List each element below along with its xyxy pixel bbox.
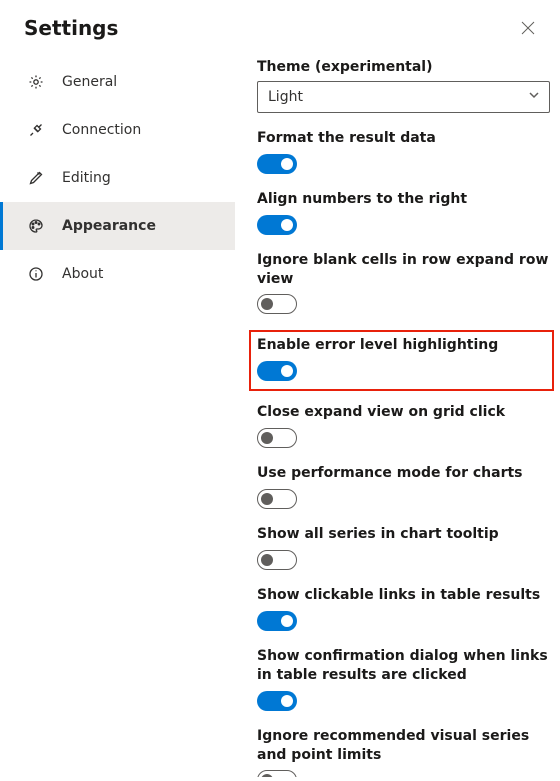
toggle-switch[interactable] <box>257 361 297 381</box>
toggle-knob <box>261 432 273 444</box>
sidebar-item-connection[interactable]: Connection <box>0 106 235 154</box>
toggle-row: Show confirmation dialog when links in t… <box>257 647 550 711</box>
toggle-label: Show clickable links in table results <box>257 586 550 605</box>
toggle-label: Show confirmation dialog when links in t… <box>257 647 550 685</box>
sidebar-item-label: Editing <box>62 170 111 186</box>
toggle-switch[interactable] <box>257 154 297 174</box>
toggle-label: Enable error level highlighting <box>257 336 546 355</box>
toggle-knob <box>281 695 293 707</box>
toggle-switch[interactable] <box>257 489 297 509</box>
palette-icon <box>28 218 44 234</box>
toggle-row: Ignore blank cells in row expand row vie… <box>257 251 550 315</box>
gear-icon <box>28 74 44 90</box>
toggle-label: Align numbers to the right <box>257 190 550 209</box>
toggle-row: Show all series in chart tooltip <box>257 525 550 570</box>
sidebar-item-label: Appearance <box>62 218 156 234</box>
toggle-row: Enable error level highlighting <box>249 330 554 391</box>
toggle-label: Format the result data <box>257 129 550 148</box>
settings-content: Theme (experimental) Light Format the re… <box>235 50 560 777</box>
toggle-switch[interactable] <box>257 550 297 570</box>
sidebar-item-about[interactable]: About <box>0 250 235 298</box>
theme-select-wrap: Light <box>257 81 550 113</box>
theme-selected-value: Light <box>268 89 303 105</box>
toggle-row: Show clickable links in table results <box>257 586 550 631</box>
close-icon[interactable] <box>520 20 536 36</box>
theme-select[interactable]: Light <box>257 81 550 113</box>
toggle-knob <box>261 774 273 777</box>
toggle-knob <box>281 219 293 231</box>
toggle-row: Align numbers to the right <box>257 190 550 235</box>
toggle-label: Use performance mode for charts <box>257 464 550 483</box>
toggle-switch[interactable] <box>257 611 297 631</box>
sidebar-item-label: About <box>62 266 103 282</box>
toggle-label: Close expand view on grid click <box>257 403 550 422</box>
settings-sidebar: General Connection Editing Appearance Ab… <box>0 50 235 777</box>
toggle-label: Ignore recommended visual series and poi… <box>257 727 550 765</box>
settings-body: General Connection Editing Appearance Ab… <box>0 50 560 777</box>
sidebar-item-appearance[interactable]: Appearance <box>0 202 235 250</box>
theme-label: Theme (experimental) <box>257 58 550 77</box>
toggle-row: Use performance mode for charts <box>257 464 550 509</box>
toggle-label: Ignore blank cells in row expand row vie… <box>257 251 550 289</box>
settings-title: Settings <box>24 16 118 40</box>
toggle-knob <box>261 554 273 566</box>
toggle-knob <box>261 298 273 310</box>
toggle-switch[interactable] <box>257 294 297 314</box>
toggle-switch[interactable] <box>257 428 297 448</box>
settings-header: Settings <box>0 0 560 50</box>
toggle-row: Close expand view on grid click <box>257 403 550 448</box>
sidebar-item-general[interactable]: General <box>0 58 235 106</box>
toggle-knob <box>281 615 293 627</box>
toggle-switch[interactable] <box>257 770 297 777</box>
sidebar-item-label: General <box>62 74 117 90</box>
toggle-switch[interactable] <box>257 691 297 711</box>
toggle-knob <box>281 365 293 377</box>
sidebar-item-editing[interactable]: Editing <box>0 154 235 202</box>
toggle-label: Show all series in chart tooltip <box>257 525 550 544</box>
toggle-row: Format the result data <box>257 129 550 174</box>
pencil-icon <box>28 170 44 186</box>
toggle-knob <box>261 493 273 505</box>
toggle-knob <box>281 158 293 170</box>
plug-icon <box>28 122 44 138</box>
info-icon <box>28 266 44 282</box>
toggle-switch[interactable] <box>257 215 297 235</box>
toggle-row: Ignore recommended visual series and poi… <box>257 727 550 777</box>
sidebar-item-label: Connection <box>62 122 141 138</box>
